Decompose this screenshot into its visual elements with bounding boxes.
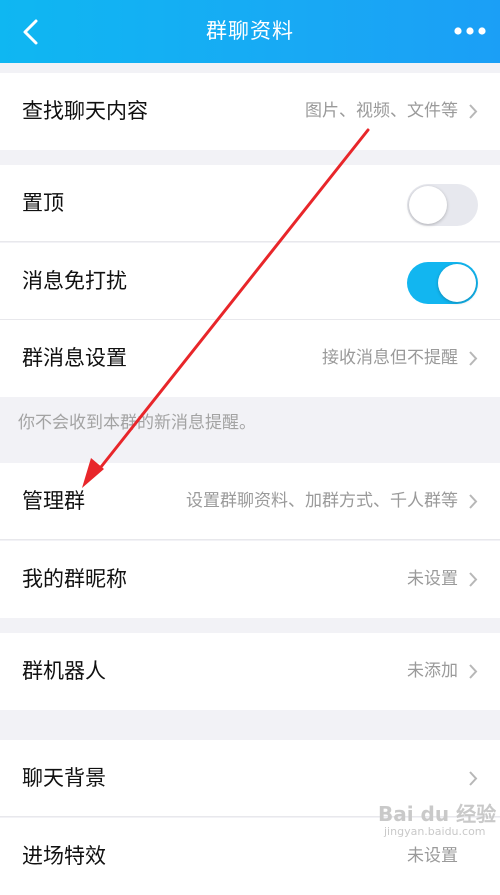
more-button[interactable] xyxy=(450,14,490,48)
divider xyxy=(0,539,500,540)
do-not-disturb-toggle[interactable] xyxy=(407,262,478,304)
toggle-knob xyxy=(409,186,447,224)
top-nav-bar: 群聊资料 xyxy=(0,0,500,63)
group-robot-value: 未添加 xyxy=(407,661,458,681)
divider xyxy=(0,241,500,242)
entry-effect-label: 进场特效 xyxy=(22,844,106,868)
chevron-right-icon xyxy=(469,572,478,587)
page-title: 群聊资料 xyxy=(206,19,294,43)
do-not-disturb-row: 消息免打扰 xyxy=(0,243,500,320)
notification-hint-text: 你不会收到本群的新消息提醒。 xyxy=(18,413,256,433)
do-not-disturb-label: 消息免打扰 xyxy=(22,269,127,293)
pin-top-label: 置顶 xyxy=(22,191,64,215)
manage-group-row[interactable]: 管理群 设置群聊资料、加群方式、千人群等 xyxy=(0,463,500,540)
search-chat-content-label: 查找聊天内容 xyxy=(22,99,148,123)
chevron-right-icon xyxy=(469,351,478,366)
chat-background-label: 聊天背景 xyxy=(22,766,106,790)
more-dots-icon xyxy=(454,27,486,35)
my-group-nickname-row[interactable]: 我的群昵称 未设置 xyxy=(0,541,500,618)
search-chat-content-row[interactable]: 查找聊天内容 图片、视频、文件等 xyxy=(0,73,500,150)
baidu-jingyan-watermark: Bai du 经验 jingyan.baidu.com xyxy=(378,798,497,842)
search-chat-content-value: 图片、视频、文件等 xyxy=(305,101,458,121)
toggle-knob xyxy=(438,264,476,302)
watermark-url: jingyan.baidu.com xyxy=(384,825,486,838)
my-group-nickname-value: 未设置 xyxy=(407,569,458,589)
watermark-logo-text: Bai du 经验 xyxy=(378,802,497,826)
chevron-right-icon xyxy=(469,494,478,509)
chevron-right-icon xyxy=(469,104,478,119)
manage-group-label: 管理群 xyxy=(22,489,85,513)
chevron-right-icon xyxy=(469,664,478,679)
group-message-settings-label: 群消息设置 xyxy=(22,346,127,370)
pin-top-toggle[interactable] xyxy=(407,184,478,226)
group-message-settings-row[interactable]: 群消息设置 接收消息但不提醒 xyxy=(0,320,500,397)
manage-group-value: 设置群聊资料、加群方式、千人群等 xyxy=(186,491,458,511)
group-robot-label: 群机器人 xyxy=(22,659,106,683)
pin-top-row: 置顶 xyxy=(0,165,500,242)
my-group-nickname-label: 我的群昵称 xyxy=(22,567,127,591)
chevron-right-icon xyxy=(469,771,478,786)
group-message-settings-value: 接收消息但不提醒 xyxy=(322,348,458,368)
group-robot-row[interactable]: 群机器人 未添加 xyxy=(0,633,500,710)
